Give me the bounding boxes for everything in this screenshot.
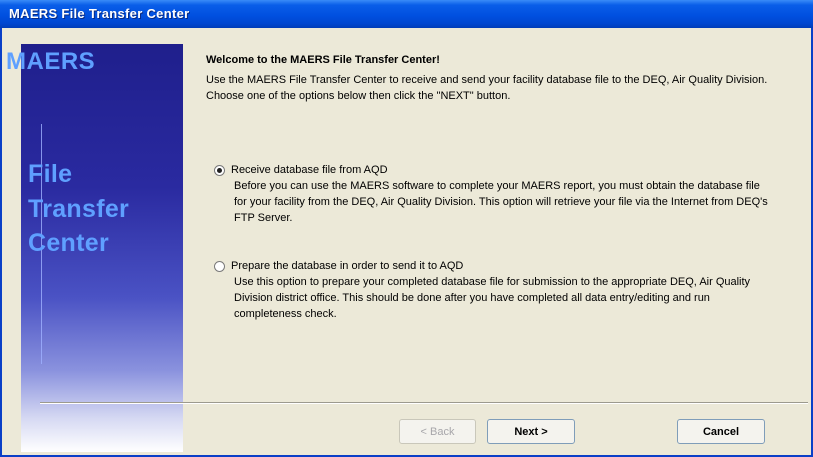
back-button[interactable]: < Back: [399, 419, 476, 444]
next-button[interactable]: Next >: [487, 419, 575, 444]
option-receive-description: Before you can use the MAERS software to…: [234, 180, 768, 224]
banner-line-file: File: [28, 160, 73, 188]
banner-brand: MAERS: [6, 48, 96, 75]
intro-text: Use the MAERS File Transfer Center to re…: [206, 74, 768, 102]
banner-line-transfer: Transfer: [28, 195, 130, 223]
banner-line-center: Center: [28, 229, 109, 257]
radio-receive[interactable]: [214, 164, 225, 176]
option-prepare-row[interactable]: Prepare the database in order to send it…: [214, 258, 774, 274]
option-prepare[interactable]: Prepare the database in order to send it…: [214, 258, 774, 322]
option-prepare-description: Use this option to prepare your complete…: [234, 276, 751, 320]
title-bar[interactable]: MAERS File Transfer Center: [0, 0, 813, 28]
welcome-heading: Welcome to the MAERS File Transfer Cente…: [206, 54, 440, 66]
button-divider: [40, 402, 808, 404]
cancel-button[interactable]: Cancel: [677, 419, 765, 444]
intro-section: Welcome to the MAERS File Transfer Cente…: [206, 52, 786, 104]
window-title: MAERS File Transfer Center: [9, 6, 190, 21]
option-prepare-label[interactable]: Prepare the database in order to send it…: [231, 258, 463, 274]
option-receive-row[interactable]: Receive database file from AQD: [214, 162, 774, 178]
radio-prepare[interactable]: [214, 260, 225, 272]
option-receive-label[interactable]: Receive database file from AQD: [231, 162, 388, 178]
wizard-window: MAERS File Transfer Center MAERS File Tr…: [0, 0, 813, 457]
option-receive[interactable]: Receive database file from AQD Before yo…: [214, 162, 774, 226]
